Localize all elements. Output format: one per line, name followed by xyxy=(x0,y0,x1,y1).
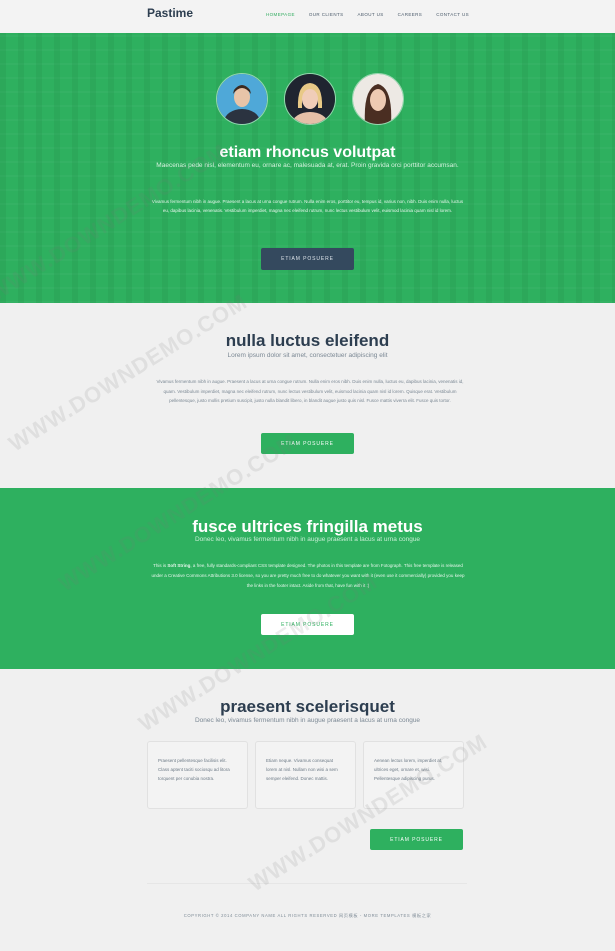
hero-subtitle: Maecenas pede nisl, elementum eu, ornare… xyxy=(156,162,459,169)
nav-our-clients[interactable]: OUR CLIENTS xyxy=(309,12,344,17)
section-title: praesent scelerisquet xyxy=(220,697,395,716)
intro-cta-button[interactable]: ETIAM POSUERE xyxy=(261,433,354,454)
section-subtitle: Donec leo, vivamus fermentum nibh in aug… xyxy=(194,717,421,724)
section-title: fusce ultrices fringilla metus xyxy=(192,517,423,536)
section-body-text: Vivamus fermentum nibh in augue. Praesen… xyxy=(156,379,464,403)
cards-section: praesent scelerisquet Donec leo, vivamus… xyxy=(0,669,615,951)
nav-contact-us[interactable]: CONTACT US xyxy=(436,12,469,17)
site-logo[interactable]: Pastime xyxy=(147,6,193,20)
hero-body-text: Vivamus fermentum nibh in augue. Praesen… xyxy=(151,199,464,213)
info-card: Praesent pellentesque facilisis elit. Cl… xyxy=(147,741,248,809)
nav-about-us[interactable]: ABOUT US xyxy=(358,12,384,17)
hero-title: etiam rhoncus volutpat xyxy=(219,144,396,161)
avatar xyxy=(284,73,336,125)
body-text-post: , a free, fully standards-compliant CSS … xyxy=(151,563,465,588)
avatar xyxy=(216,73,268,125)
footer-divider xyxy=(147,883,467,884)
nav-homepage[interactable]: HOMEPAGE xyxy=(266,12,295,17)
cards-cta-button[interactable]: ETIAM POSUERE xyxy=(370,829,463,850)
body-text-pre: This is xyxy=(153,563,168,568)
footer-copyright: COPYRIGHT © 2014 COMPANY NAME ALL RIGHTS… xyxy=(183,913,432,918)
card-list: Praesent pellentesque facilisis elit. Cl… xyxy=(147,741,464,809)
hero-section: etiam rhoncus volutpat Maecenas pede nis… xyxy=(0,33,615,303)
info-card: Etiam neque. Vivamus consequat lorem at … xyxy=(255,741,356,809)
section-subtitle: Lorem ipsum dolor sit amet, consectetuer… xyxy=(227,352,388,359)
feature-section: fusce ultrices fringilla metus Donec leo… xyxy=(0,488,615,669)
feature-cta-button[interactable]: ETIAM POSUERE xyxy=(261,614,354,635)
info-card: Aenean lectus lorem, imperdiet at, ultri… xyxy=(363,741,464,809)
main-nav: HOMEPAGE OUR CLIENTS ABOUT US CAREERS CO… xyxy=(266,12,483,17)
top-navigation-bar: Pastime HOMEPAGE OUR CLIENTS ABOUT US CA… xyxy=(0,0,615,33)
nav-careers[interactable]: CAREERS xyxy=(398,12,423,17)
section-body-text: This is Soft String, a free, fully stand… xyxy=(148,561,468,591)
section-subtitle: Donec leo, vivamus fermentum nibh in aug… xyxy=(194,536,421,543)
intro-section: nulla luctus eleifend Lorem ipsum dolor … xyxy=(0,303,615,488)
section-title: nulla luctus eleifend xyxy=(225,331,390,350)
avatar xyxy=(352,73,404,125)
template-name: Soft String xyxy=(167,563,191,568)
hero-cta-button[interactable]: ETIAM POSUERE xyxy=(261,248,354,270)
avatar-group xyxy=(216,73,404,125)
